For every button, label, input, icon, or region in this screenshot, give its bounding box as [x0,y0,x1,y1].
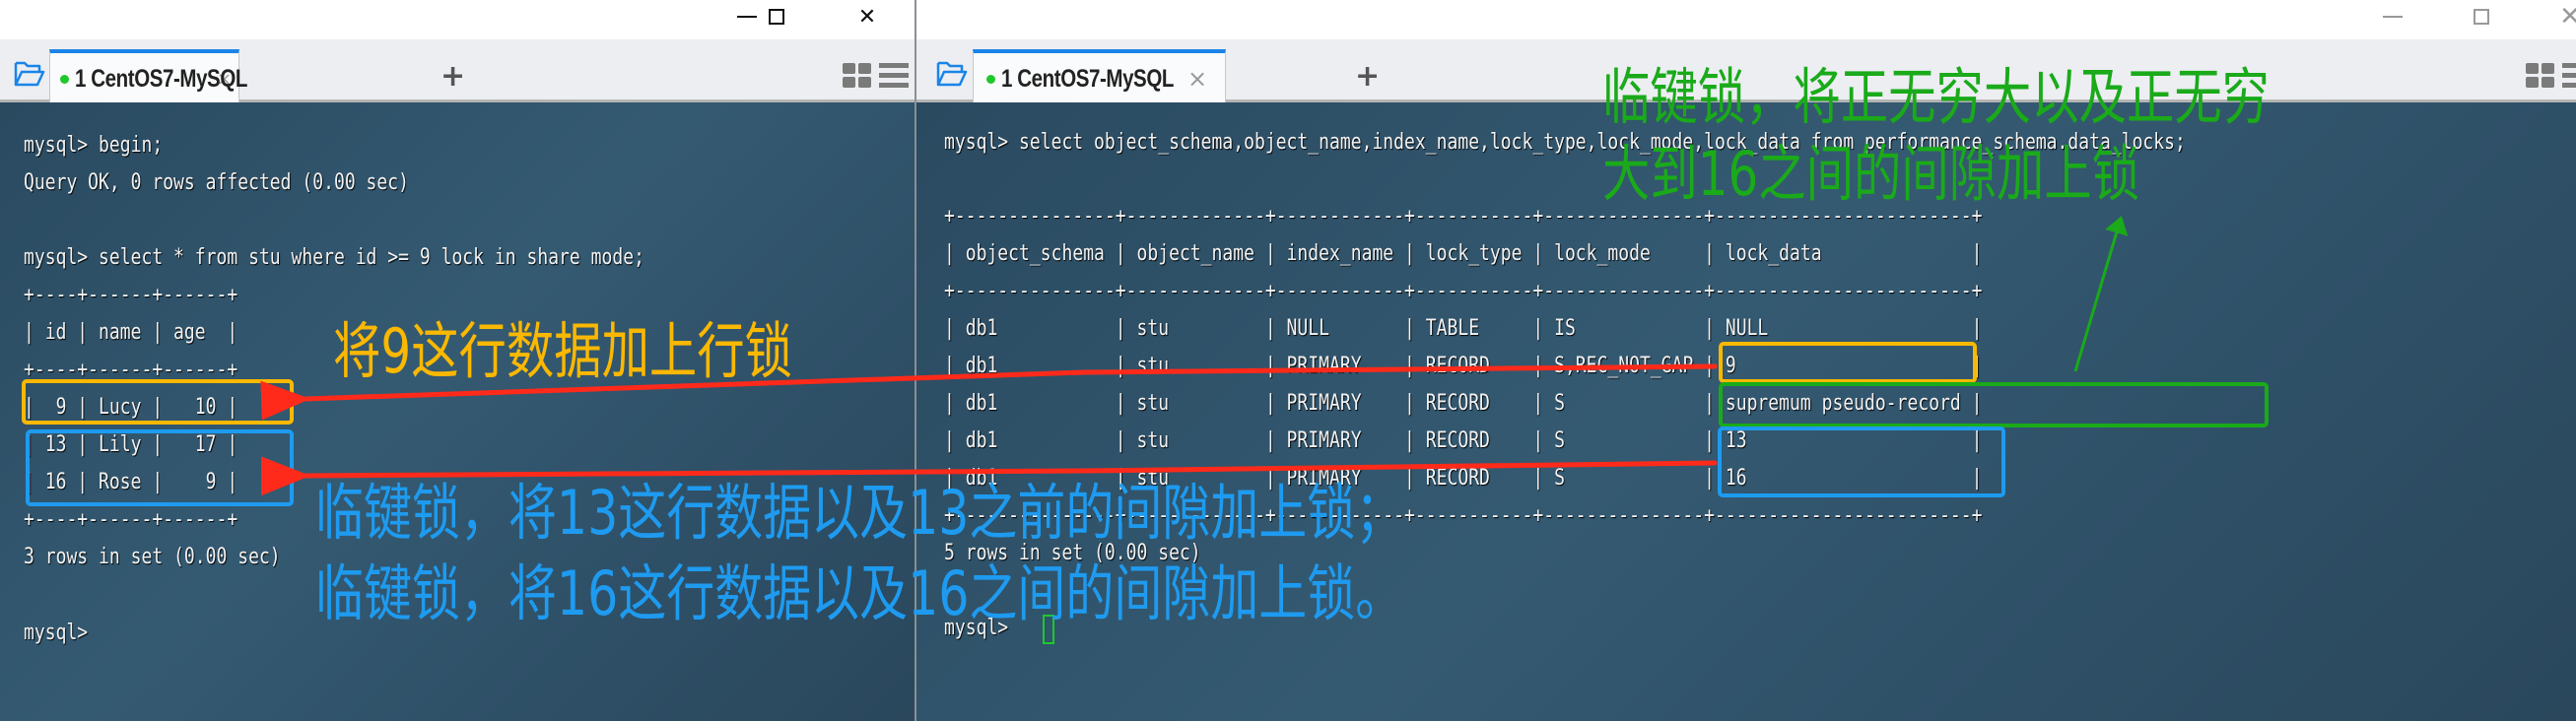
close-icon: ✕ [2559,2,2576,32]
connected-status-icon [986,74,995,84]
minimize-button[interactable] [2365,0,2420,33]
annotation-supremum-line1: 临键锁，将正无穷大以及正无穷 [1602,61,2271,133]
table-border: +----+------+------+ [24,283,238,307]
open-folder-icon[interactable] [14,59,45,89]
table-row: | db1 | stu | NULL | TABLE | IS | NULL | [944,316,1983,341]
menu-icon[interactable] [2562,63,2576,88]
highlight-supremum [1719,382,2269,427]
tab-title: 1 CentOS7-MySQL [75,64,247,93]
open-folder-icon[interactable] [936,59,968,89]
menu-icon[interactable] [879,63,909,88]
session-tab[interactable]: 1 CentOS7-MySQL × [973,49,1226,104]
close-window-button[interactable]: ✕ [840,0,895,33]
title-bar: ✕ [916,0,2576,39]
title-bar: ✕ [0,0,915,39]
annotation-next-key-16: 临键锁，将16这行数据以及16之间的间隙加上锁。 [315,557,1404,629]
close-window-button[interactable]: ✕ [2542,0,2576,33]
highlight-rec-not-gap [1719,342,1977,383]
highlight-next-key-rows [1718,426,2005,497]
prompt: mysql> [24,621,89,645]
layout-controls [843,63,909,88]
table-header: | id | name | age | [24,320,238,345]
connected-status-icon [60,74,69,84]
new-tab-button[interactable]: + [441,59,465,94]
table-border: +----+------+------+ [24,507,238,532]
tab-close-icon[interactable]: × [1187,65,1207,93]
result-summary: 3 rows in set (0.00 sec) [24,545,281,569]
tab-bar: 1 CentOS7-MySQL × + [0,39,915,104]
tile-view-icon[interactable] [843,63,871,88]
highlight-row-9 [22,379,294,425]
layout-controls [2526,63,2576,88]
tab-title: 1 CentOS7-MySQL [1001,64,1174,93]
terminal-line: Query OK, 0 rows affected (0.00 sec) [24,170,409,195]
tile-view-icon[interactable] [2526,63,2554,88]
maximize-icon [769,9,784,25]
highlight-rows-13-16 [26,429,294,506]
maximize-button[interactable] [749,0,804,33]
new-tab-button[interactable]: + [1355,59,1380,94]
annotation-supremum-line2: 大到16之间的间隙加上锁 [1602,138,2140,210]
maximize-icon [2474,9,2489,25]
annotation-row-lock: 将9这行数据加上行锁 [333,315,793,387]
annotation-next-key-13: 临键锁，将13这行数据以及13之前的间隙加上锁； [315,477,1404,549]
session-tab[interactable]: 1 CentOS7-MySQL × [49,49,247,104]
table-border: +---------------+-------------+---------… [944,279,1983,303]
terminal-line: mysql> select * from stu where id >= 9 l… [24,245,644,270]
terminal-line: mysql> begin; [24,133,164,158]
table-header: | object_schema | object_name | index_na… [944,241,1983,266]
close-icon: ✕ [857,4,877,30]
minimize-icon [2383,16,2403,18]
maximize-button[interactable] [2454,0,2509,33]
